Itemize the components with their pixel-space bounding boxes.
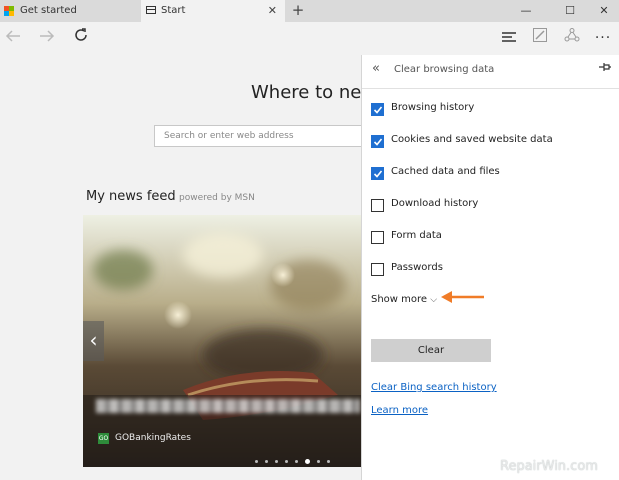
panel-divider — [362, 88, 619, 89]
search-input[interactable]: Search or enter web address — [154, 125, 374, 147]
maximize-button[interactable]: ☐ — [555, 0, 585, 22]
carousel-dots[interactable] — [255, 451, 337, 464]
page-icon — [146, 6, 156, 14]
checkbox-unchecked[interactable] — [371, 199, 384, 212]
tab-strip: Get started Start ✕ + — ☐ ✕ — [0, 0, 619, 22]
share-button[interactable] — [561, 27, 583, 49]
carousel-dot[interactable] — [285, 460, 288, 463]
clear-browsing-data-panel: « Clear browsing data Browsing history Co… — [361, 55, 619, 480]
blurred-headline[interactable] — [96, 399, 360, 413]
forward-arrow-icon — [40, 30, 55, 42]
clear-bing-history-link[interactable]: Clear Bing search history — [371, 382, 497, 393]
checkbox-unchecked[interactable] — [371, 231, 384, 244]
tab-start[interactable]: Start ✕ — [141, 0, 285, 22]
clear-button[interactable]: Clear — [371, 339, 491, 362]
checkbox-label: Form data — [391, 230, 442, 241]
back-button[interactable] — [2, 27, 24, 49]
learn-more-link[interactable]: Learn more — [371, 405, 428, 416]
carousel-dot[interactable] — [255, 460, 258, 463]
back-arrow-icon — [5, 30, 20, 42]
tab-label: Get started — [20, 5, 77, 16]
carousel-dot[interactable] — [275, 460, 278, 463]
tab-label: Start — [161, 5, 186, 16]
panel-back-icon[interactable]: « — [372, 61, 380, 76]
carousel-dot[interactable] — [265, 460, 268, 463]
checkbox-label: Download history — [391, 198, 479, 209]
checkbox-checked[interactable] — [371, 103, 384, 116]
close-tab-icon[interactable]: ✕ — [268, 0, 277, 22]
refresh-button[interactable] — [70, 27, 92, 49]
source-logo-icon: GO — [98, 433, 109, 444]
nav-bar: ··· — [0, 22, 619, 55]
carousel-dot[interactable] — [327, 460, 330, 463]
minimize-button[interactable]: — — [511, 0, 541, 22]
web-note-icon — [533, 28, 547, 42]
checkbox-checked[interactable] — [371, 135, 384, 148]
annotation-arrow — [441, 291, 484, 303]
carousel-dot[interactable] — [317, 460, 320, 463]
new-tab-button[interactable]: + — [290, 0, 306, 22]
carousel-dot[interactable] — [305, 459, 310, 464]
show-more-label: Show more — [371, 294, 428, 305]
checkbox-unchecked[interactable] — [371, 263, 384, 276]
panel-title: Clear browsing data — [394, 64, 495, 75]
news-photo — [83, 215, 363, 467]
carousel-previous-button[interactable]: ‹ — [83, 321, 104, 361]
powered-by-label: powered by MSN — [179, 193, 255, 203]
microsoft-logo-icon — [4, 6, 14, 16]
checkbox-label: Passwords — [391, 262, 443, 273]
more-options-icon[interactable]: ··· — [592, 27, 614, 49]
news-feed-title: My news feed — [86, 189, 176, 204]
news-source-name: GOBankingRates — [115, 433, 191, 443]
share-icon — [564, 28, 580, 42]
refresh-icon — [75, 28, 87, 41]
close-window-button[interactable]: ✕ — [589, 0, 619, 22]
forward-button[interactable] — [36, 27, 58, 49]
pin-icon[interactable] — [598, 61, 612, 75]
checkbox-label: Cached data and files — [391, 166, 500, 177]
checkbox-label: Cookies and saved website data — [391, 134, 553, 145]
news-card-image[interactable] — [83, 215, 363, 467]
hub-button[interactable] — [498, 27, 520, 49]
hub-icon — [502, 32, 516, 42]
watermark: RepairWin.com — [500, 459, 598, 474]
checkbox-label: Browsing history — [391, 102, 475, 113]
web-note-button[interactable] — [529, 27, 551, 49]
checkbox-checked[interactable] — [371, 167, 384, 180]
chevron-down-icon: ⌵ — [430, 295, 438, 305]
show-more-toggle[interactable]: Show more ⌵ — [371, 294, 437, 305]
tab-get-started[interactable]: Get started — [0, 0, 141, 22]
carousel-dot[interactable] — [295, 460, 298, 463]
